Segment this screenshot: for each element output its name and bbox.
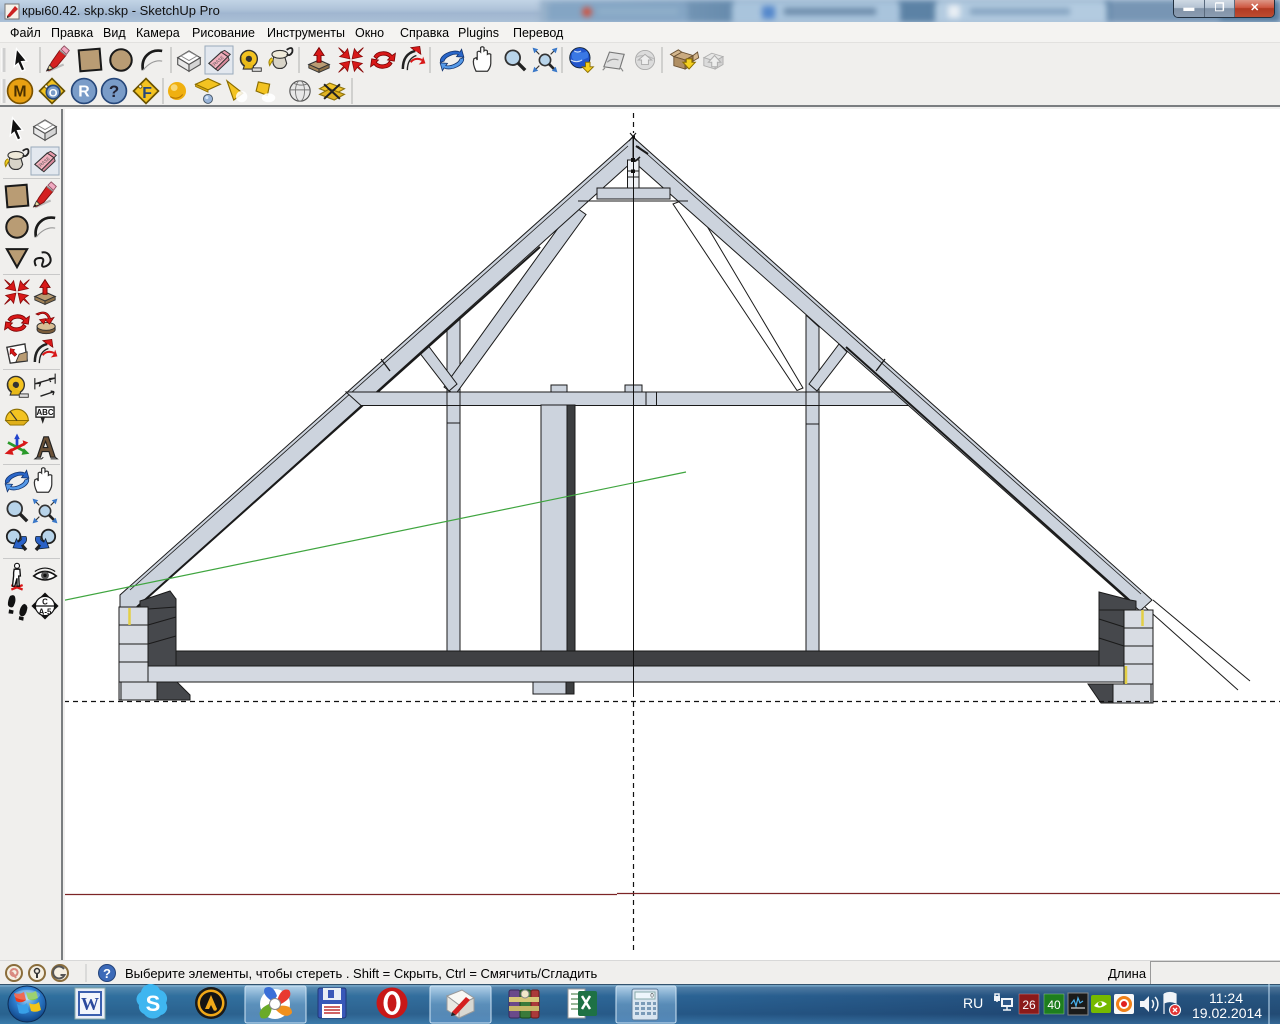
svg-text:W: W: [81, 994, 99, 1014]
svg-text:?: ?: [103, 966, 111, 981]
svg-text:26: 26: [1022, 998, 1036, 1012]
svg-text:40: 40: [1047, 998, 1061, 1012]
svg-text:S: S: [146, 991, 161, 1016]
